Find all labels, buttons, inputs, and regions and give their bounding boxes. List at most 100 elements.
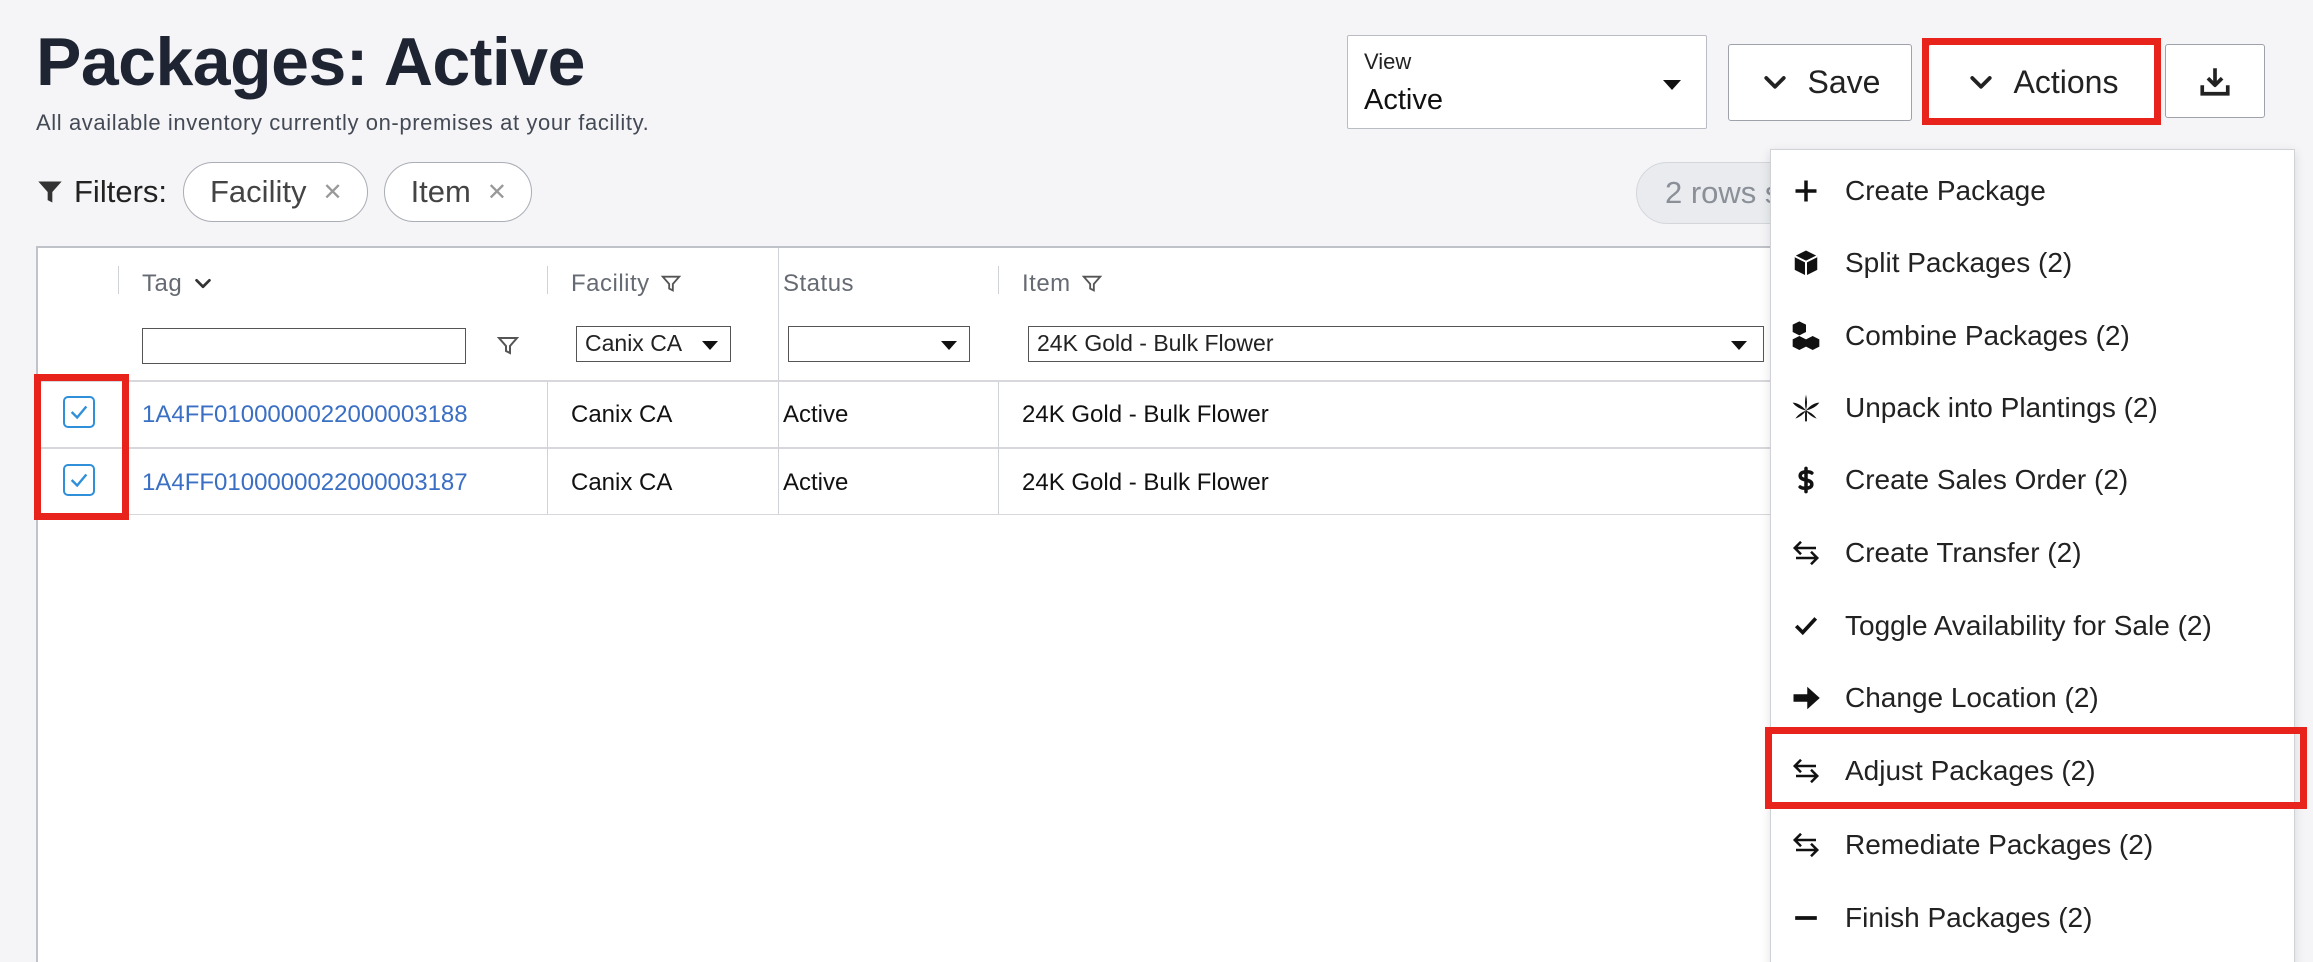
chevron-down-icon	[195, 278, 211, 289]
menu-item-label: Toggle Availability for Sale (2)	[1845, 610, 2212, 641]
check-icon	[70, 405, 88, 420]
menu-item-toggle-availability[interactable]: Toggle Availability for Sale (2)	[1771, 596, 2294, 656]
column-header-label: Status	[783, 270, 855, 297]
check-icon	[1789, 609, 1823, 643]
column-divider	[547, 266, 548, 294]
chevron-down-icon	[1763, 75, 1786, 89]
column-divider	[998, 266, 999, 294]
filters-bar: Filters: Facility ✕ Item ✕	[36, 162, 532, 222]
column-header-label: Item	[1022, 270, 1071, 297]
row-separator	[38, 380, 1778, 382]
menu-item-finish-packages[interactable]: Finish Packages (2)	[1771, 888, 2294, 948]
filters-label-text: Filters:	[74, 174, 167, 209]
column-divider	[118, 266, 119, 294]
item-cell: 24K Gold - Bulk Flower	[1022, 469, 1269, 496]
row-checkbox[interactable]	[63, 396, 95, 428]
menu-item-create-transfer[interactable]: Create Transfer (2)	[1771, 523, 2294, 583]
facility-cell: Canix CA	[571, 401, 673, 428]
item-filter-value: 24K Gold - Bulk Flower	[1037, 330, 1274, 356]
menu-item-adjust-packages[interactable]: Adjust Packages (2)	[1771, 741, 2294, 801]
actions-dropdown-menu: Create Package Split Packages (2) Combin…	[1770, 149, 2295, 962]
actions-button-label: Actions	[2013, 64, 2119, 100]
column-header-label: Tag	[142, 270, 183, 297]
menu-item-change-location[interactable]: Change Location (2)	[1771, 668, 2294, 728]
menu-item-label: Split Packages (2)	[1845, 247, 2073, 278]
menu-item-label: Change Location (2)	[1845, 682, 2099, 713]
column-header-status[interactable]: Status	[783, 270, 854, 298]
menu-item-label: Unpack into Plantings (2)	[1845, 392, 2158, 423]
caret-down-icon	[941, 341, 957, 350]
row-separator	[38, 447, 1778, 449]
filter-icon[interactable]	[1081, 273, 1103, 295]
filter-chip-facility[interactable]: Facility ✕	[183, 162, 368, 222]
filter-icon[interactable]	[496, 334, 520, 358]
filter-chip-item[interactable]: Item ✕	[383, 162, 532, 222]
box-icon	[1789, 246, 1823, 280]
caret-down-icon	[702, 341, 718, 350]
view-select-label: View	[1364, 49, 1412, 74]
menu-item-remediate-packages[interactable]: Remediate Packages (2)	[1771, 815, 2294, 875]
check-icon	[70, 473, 88, 488]
filters-label: Filters:	[36, 174, 167, 210]
save-button-label: Save	[1807, 64, 1881, 100]
plus-icon	[1789, 174, 1823, 208]
facility-filter-value: Canix CA	[585, 330, 683, 356]
dollar-icon	[1789, 463, 1823, 497]
package-tag-link[interactable]: 1A4FF0100000022000003187	[142, 469, 468, 497]
column-header-facility[interactable]: Facility	[571, 270, 682, 298]
item-cell: 24K Gold - Bulk Flower	[1022, 401, 1269, 428]
page-subtitle: All available inventory currently on-pre…	[36, 110, 650, 135]
status-cell: Active	[783, 469, 849, 496]
menu-item-label: Create Sales Order (2)	[1845, 464, 2129, 495]
page-title: Packages: Active	[36, 24, 585, 100]
facility-filter-select[interactable]: Canix CA	[576, 326, 731, 362]
chevron-down-icon	[1969, 75, 1992, 89]
tag-filter-input[interactable]	[142, 328, 466, 364]
status-filter-select[interactable]	[788, 326, 970, 362]
menu-item-unpack-into-plantings[interactable]: Unpack into Plantings (2)	[1771, 378, 2294, 438]
menu-item-create-sales-order[interactable]: Create Sales Order (2)	[1771, 450, 2294, 510]
facility-cell: Canix CA	[571, 469, 673, 496]
arrow-right-icon	[1789, 681, 1823, 715]
menu-item-label: Finish Packages (2)	[1845, 902, 2093, 933]
menu-item-label: Combine Packages (2)	[1845, 320, 2130, 351]
view-select[interactable]: View Active	[1347, 35, 1707, 129]
filter-chip-label: Facility	[210, 174, 307, 209]
row-separator	[38, 514, 1778, 515]
column-divider	[998, 382, 999, 514]
minus-icon	[1789, 901, 1823, 935]
column-divider	[547, 382, 548, 514]
menu-item-label: Create Transfer (2)	[1845, 537, 2082, 568]
column-divider	[778, 248, 779, 382]
funnel-icon	[38, 181, 62, 203]
menu-item-create-package[interactable]: Create Package	[1771, 161, 2294, 221]
item-filter-select[interactable]: 24K Gold - Bulk Flower	[1028, 326, 1764, 362]
cannabis-leaf-icon	[1789, 391, 1823, 425]
download-button[interactable]	[2165, 44, 2265, 118]
column-header-tag[interactable]: Tag	[142, 270, 214, 298]
row-checkbox[interactable]	[63, 464, 95, 496]
column-header-label: Facility	[571, 270, 650, 297]
exchange-arrows-icon	[1789, 828, 1823, 862]
filter-icon[interactable]	[660, 273, 682, 295]
close-icon[interactable]: ✕	[322, 178, 342, 207]
column-header-item[interactable]: Item	[1022, 270, 1103, 298]
caret-down-icon	[1663, 80, 1681, 90]
package-tag-link[interactable]: 1A4FF0100000022000003188	[142, 401, 468, 429]
filter-chip-label: Item	[410, 174, 471, 209]
boxes-icon	[1789, 319, 1823, 353]
menu-item-split-packages[interactable]: Split Packages (2)	[1771, 233, 2294, 293]
view-select-value: Active	[1364, 84, 1443, 116]
menu-item-label: Remediate Packages (2)	[1845, 829, 2154, 860]
close-icon[interactable]: ✕	[487, 178, 507, 207]
actions-button[interactable]: Actions	[1928, 44, 2156, 121]
menu-item-label: Adjust Packages (2)	[1845, 755, 2096, 786]
download-icon	[2200, 68, 2230, 96]
menu-item-combine-packages[interactable]: Combine Packages (2)	[1771, 306, 2294, 366]
menu-item-label: Create Package	[1845, 175, 2046, 206]
exchange-arrows-icon	[1789, 536, 1823, 570]
status-cell: Active	[783, 401, 849, 428]
exchange-arrows-icon	[1789, 754, 1823, 788]
caret-down-icon	[1731, 341, 1747, 350]
save-button[interactable]: Save	[1728, 44, 1912, 121]
